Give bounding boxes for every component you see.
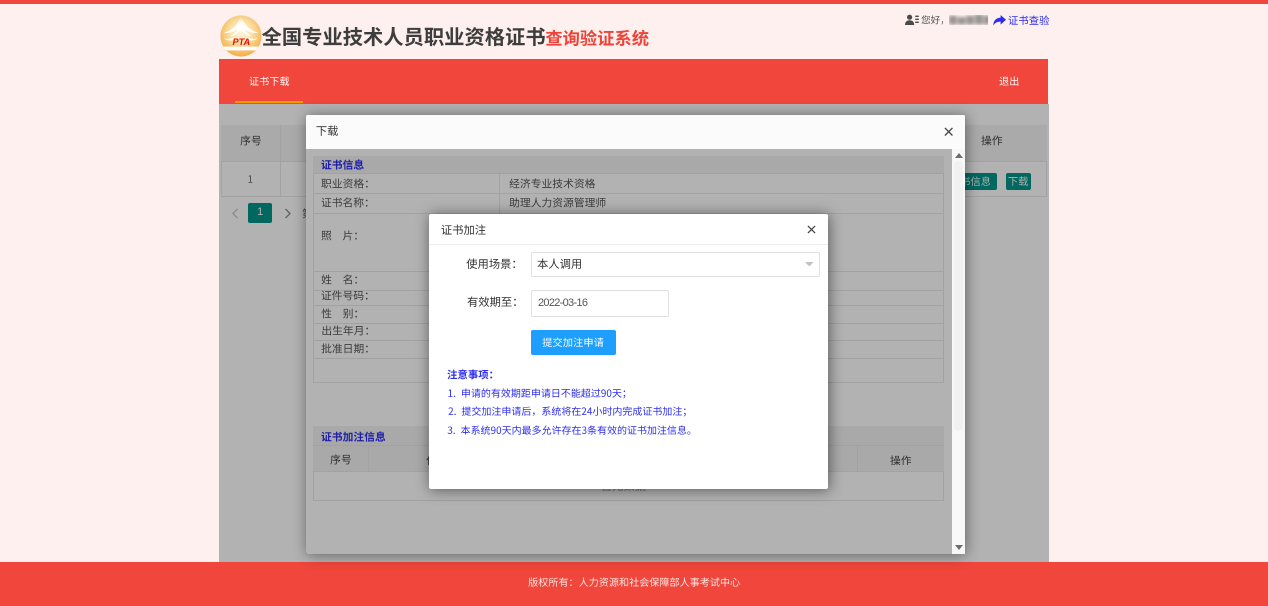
svg-text:PTA: PTA [232,37,250,47]
